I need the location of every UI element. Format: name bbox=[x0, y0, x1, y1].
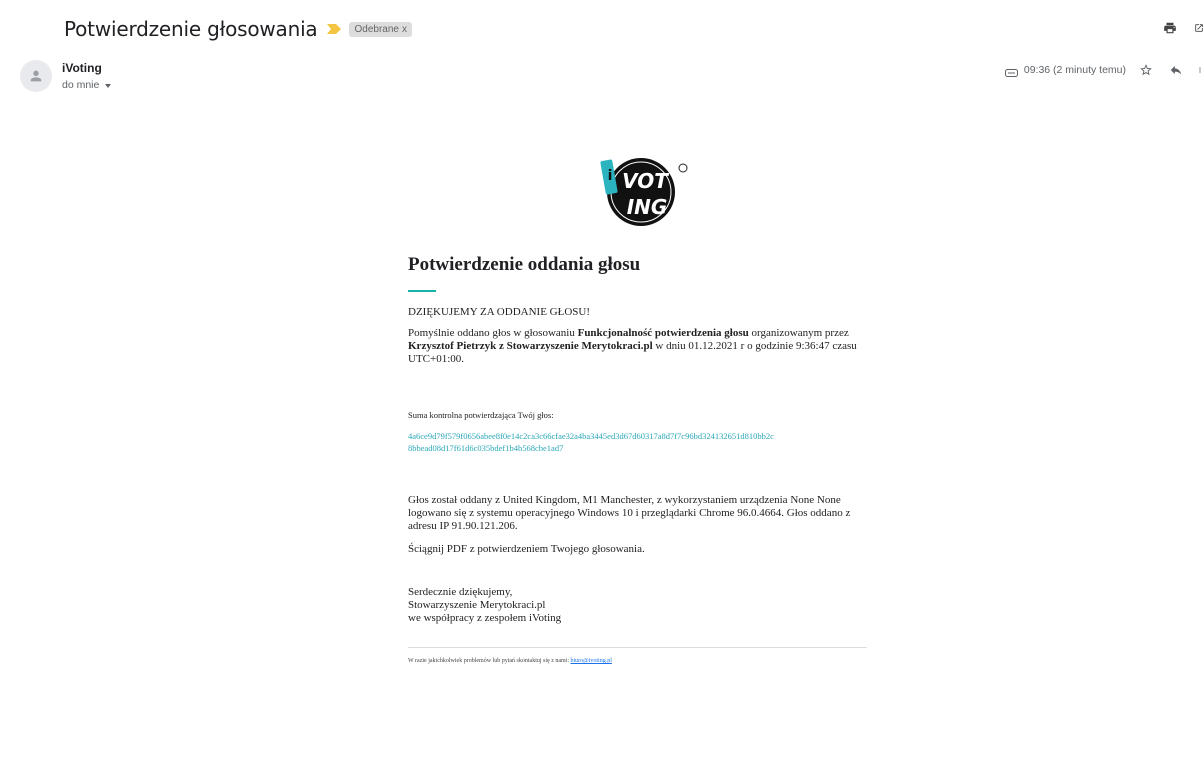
label-chip-inbox[interactable]: Odebrane x bbox=[349, 21, 412, 37]
open-in-new-icon[interactable] bbox=[1194, 18, 1204, 38]
more-vert-icon[interactable] bbox=[1196, 60, 1204, 80]
signoff: Serdecznie dziękujemy, Stowarzyszenie Me… bbox=[408, 586, 858, 625]
message-meta: 09:36 (2 minuty temu) bbox=[1004, 60, 1204, 80]
checksum-value: 4a6ce9d79f579f0656abee8f0e14c2ca3c66cfae… bbox=[408, 430, 828, 454]
organizer-name: Krzysztof Pietrzyk z Stowarzyszenie Mery… bbox=[408, 340, 653, 352]
recipient-text: do mnie bbox=[62, 79, 100, 91]
confirmation-paragraph: Pomyślnie oddano głos w głosowaniu Funkc… bbox=[408, 327, 857, 365]
checksum-line-2: 8bbead08d17f61d6c035bdef1b4b568cbe1ad7 bbox=[408, 443, 564, 453]
heading-divider bbox=[408, 290, 436, 292]
signoff-line-3: we współpracy z zespołem iVoting bbox=[408, 612, 562, 624]
signoff-line-1: Serdecznie dziękujemy, bbox=[408, 586, 513, 598]
footer-divider bbox=[408, 647, 867, 648]
email-body: VOT ING i Potwierdzenie oddania głosu DZ… bbox=[397, 150, 867, 664]
logo-text-bottom: ING bbox=[627, 195, 668, 219]
subject-row: Potwierdzenie głosowania Odebrane x bbox=[64, 16, 412, 42]
email-heading: Potwierdzenie oddania głosu bbox=[408, 254, 641, 275]
checksum-line-1: 4a6ce9d79f579f0656abee8f0e14c2ca3c66cfae… bbox=[408, 431, 774, 441]
thanks-text: DZIĘKUJEMY ZA ODDANIE GŁOSU! bbox=[408, 306, 590, 318]
recipient-details[interactable]: do mnie bbox=[62, 79, 112, 91]
sender-row: iVoting do mnie bbox=[20, 60, 112, 92]
email-subject: Potwierdzenie głosowania bbox=[64, 17, 318, 41]
sender-name[interactable]: iVoting bbox=[62, 61, 111, 75]
signoff-line-2: Stowarzyszenie Merytokraci.pl bbox=[408, 599, 546, 611]
label-chip-text: Odebrane bbox=[354, 23, 399, 35]
star-icon[interactable] bbox=[1136, 60, 1156, 80]
footer-contact: W razie jakichkolwiek problemów lub pyta… bbox=[408, 658, 612, 664]
label-chip-remove[interactable]: x bbox=[402, 24, 407, 35]
checksum-label: Suma kontrolna potwierdzająca Twój głos: bbox=[408, 410, 554, 420]
chevron-down-icon[interactable] bbox=[105, 83, 112, 88]
label-icon bbox=[1004, 65, 1019, 77]
contact-email-link[interactable]: biuro@ivoting.pl bbox=[571, 658, 612, 664]
vote-name: Funkcjonalność potwierdzenia głosu bbox=[577, 327, 749, 339]
importance-marker-icon[interactable] bbox=[327, 24, 342, 34]
logo-text-i: i bbox=[608, 168, 613, 184]
reply-icon[interactable] bbox=[1166, 60, 1186, 80]
logo-text-top: VOT bbox=[622, 169, 669, 193]
printer-icon[interactable] bbox=[1160, 18, 1180, 38]
ivoting-logo: VOT ING i bbox=[595, 150, 691, 230]
top-toolbar bbox=[1160, 18, 1204, 38]
avatar[interactable] bbox=[20, 60, 52, 92]
person-icon bbox=[30, 70, 42, 82]
vote-origin-paragraph: Głos został oddany z United Kingdom, M1 … bbox=[408, 494, 851, 532]
download-pdf-link[interactable]: Ściągnij PDF z potwierdzeniem Twojego gł… bbox=[408, 543, 858, 556]
message-time: 09:36 (2 minuty temu) bbox=[1023, 64, 1126, 76]
